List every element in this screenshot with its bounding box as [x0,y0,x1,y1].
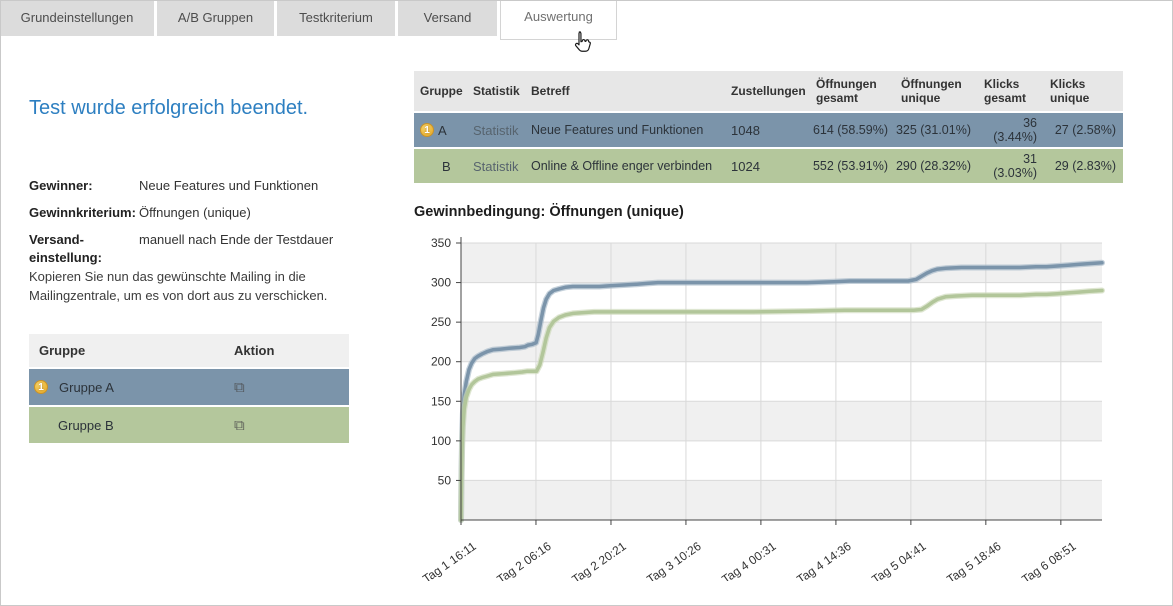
result-summary: Gewinner: Neue Features und Funktionen G… [29,177,359,276]
column-header-klicks-gesamt: Klicks gesamt [978,77,1044,105]
group-name: Gruppe A [59,380,114,395]
column-header-statistik: Statistik [471,84,529,98]
field-gewinner: Gewinner: Neue Features und Funktionen [29,177,359,195]
field-value: Öffnungen (unique) [139,204,359,222]
svg-text:Tag 3 10:26: Tag 3 10:26 [644,539,704,581]
tab-testkriterium[interactable]: Testkriterium [277,0,395,36]
column-header-gruppe: Gruppe [414,84,471,98]
svg-text:Tag 1 16:11: Tag 1 16:11 [420,539,479,581]
zustellungen-cell: 1048 [725,123,810,138]
svg-text:200: 200 [431,355,451,369]
instruction-note: Kopieren Sie nun das gewünschte Mailing … [29,267,353,305]
field-gewinnkriterium: Gewinnkriterium: Öffnungen (unique) [29,204,359,222]
klicks-unique-cell: 27 (2.58%) [1044,123,1123,137]
groups-table: Gruppe Aktion 1 Gruppe A ⧉ Gruppe B ⧉ [29,334,349,443]
betreff-cell: Online & Offline enger verbinden [529,159,725,173]
svg-text:Tag 5 18:46: Tag 5 18:46 [944,539,1004,581]
column-header-aktion: Aktion [234,343,274,358]
group-name: Gruppe B [58,418,114,433]
column-header-gruppe: Gruppe [29,343,234,358]
group-letter: B [442,159,451,174]
field-versandeinstellung: Versand-einstellung: manuell nach Ende d… [29,231,359,267]
results-table: Gruppe Statistik Betreff Zustellungen Öf… [414,71,1123,183]
winner-badge-icon: 1 [420,123,434,137]
svg-text:100: 100 [431,434,451,448]
svg-text:Tag 4 00:31: Tag 4 00:31 [719,539,779,581]
field-value: Neue Features und Funktionen [139,177,359,195]
field-label: Versand-einstellung: [29,231,139,267]
table-row-group-a[interactable]: 1 A Statistik Neue Features und Funktion… [414,113,1123,147]
chart-title: Gewinnbedingung: Öffnungen (unique) [414,204,684,220]
svg-text:Tag 6 08:51: Tag 6 08:51 [1019,539,1079,581]
svg-text:250: 250 [431,315,451,329]
results-table-header: Gruppe Statistik Betreff Zustellungen Öf… [414,71,1123,111]
oeffnungen-unique-cell: 290 (28.32%) [895,159,978,173]
svg-text:350: 350 [431,236,451,250]
copy-mailing-icon[interactable]: ⧉ [234,417,245,434]
tab-auswertung[interactable]: Auswertung [500,0,617,40]
field-label: Gewinner: [29,177,139,195]
klicks-unique-cell: 29 (2.83%) [1044,159,1123,173]
klicks-gesamt-cell: 31 (3.03%) [978,152,1044,180]
svg-text:Tag 2 06:16: Tag 2 06:16 [494,539,554,581]
statistik-link[interactable]: Statistik [473,159,519,174]
tab-ab-gruppen[interactable]: A/B Gruppen [157,0,274,36]
line-chart: 50 100 150 200 250 300 350 Tag 1 16:11 Tag 2 06:… [399,231,1161,581]
oeffnungen-unique-cell: 325 (31.01%) [895,123,978,137]
success-message: Test wurde erfolgreich beendet. [29,97,308,120]
tab-versand[interactable]: Versand [398,0,497,36]
tab-grundeinstellungen[interactable]: Grundeinstellungen [0,0,154,36]
group-row-a[interactable]: 1 Gruppe A ⧉ [29,369,349,405]
column-header-oeffnungen-unique: Öffnungen unique [895,77,978,105]
copy-mailing-icon[interactable]: ⧉ [234,379,245,396]
column-header-oeffnungen-gesamt: Öffnungen gesamt [810,77,895,105]
groups-table-header: Gruppe Aktion [29,334,349,367]
klicks-gesamt-cell: 36 (3.44%) [978,116,1044,144]
group-row-b[interactable]: Gruppe B ⧉ [29,407,349,443]
oeffnungen-gesamt-cell: 552 (53.91%) [810,159,895,173]
group-letter: A [438,123,447,138]
svg-text:Tag 2 20:21: Tag 2 20:21 [569,539,629,581]
column-header-betreff: Betreff [529,84,725,98]
field-value: manuell nach Ende der Testdauer [139,231,359,267]
chart-canvas: 50 100 150 200 250 300 350 Tag 1 16:11 Tag 2 06:… [399,231,1161,581]
winner-badge-icon: 1 [34,380,48,394]
svg-text:50: 50 [438,473,452,487]
tab-bar: Grundeinstellungen A/B Gruppen Testkrite… [0,0,617,40]
betreff-cell: Neue Features und Funktionen [529,123,725,137]
statistik-link[interactable]: Statistik [473,123,519,138]
svg-text:Tag 5 04:41: Tag 5 04:41 [869,539,929,581]
svg-text:Tag 4 14:36: Tag 4 14:36 [794,539,854,581]
zustellungen-cell: 1024 [725,159,810,174]
table-row-group-b[interactable]: B Statistik Online & Offline enger verbi… [414,149,1123,183]
hand-cursor-icon [570,30,596,61]
oeffnungen-gesamt-cell: 614 (58.59%) [810,123,895,137]
svg-text:150: 150 [431,394,451,408]
column-header-zustellungen: Zustellungen [725,84,810,98]
column-header-klicks-unique: Klicks unique [1044,77,1123,105]
field-label: Gewinnkriterium: [29,204,139,222]
svg-text:300: 300 [431,276,451,290]
ab-test-window: Grundeinstellungen A/B Gruppen Testkrite… [0,0,1173,606]
